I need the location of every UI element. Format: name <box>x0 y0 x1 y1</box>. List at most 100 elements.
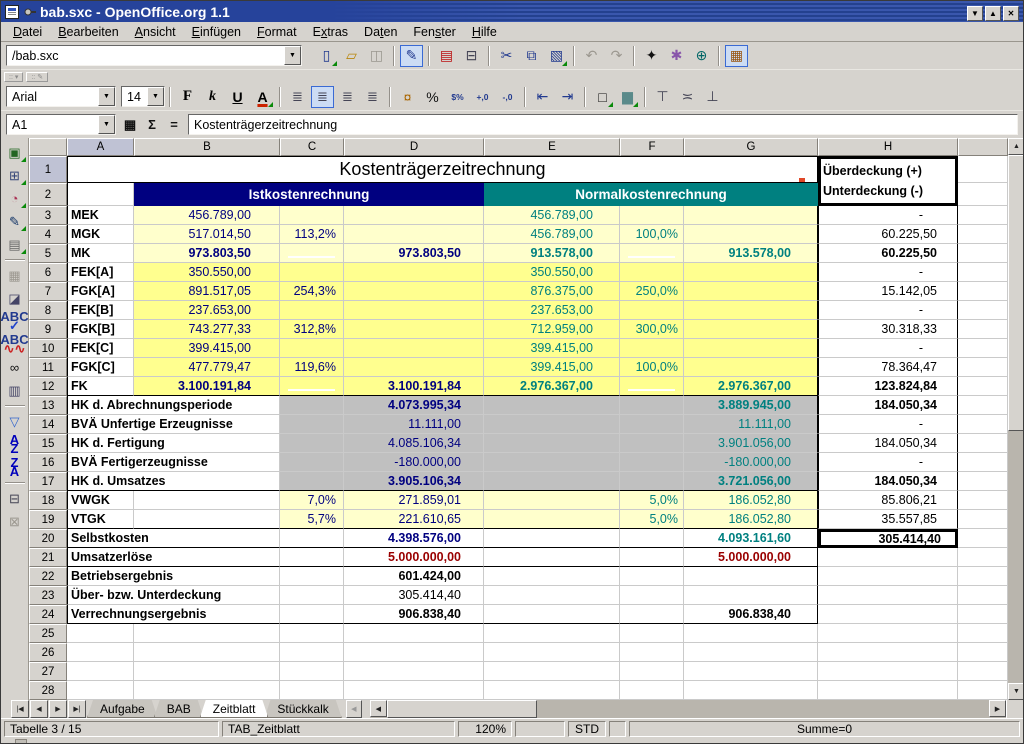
cell-A4[interactable]: MGK <box>67 225 134 244</box>
cell-A13[interactable]: HK d. Abrechnungsperiode <box>67 396 280 415</box>
cell-I10[interactable] <box>958 339 1008 358</box>
cell-C17[interactable] <box>280 472 344 491</box>
cell-A24[interactable]: Verrechnungsergebnis <box>67 605 280 624</box>
dropdown-arrow-icon[interactable]: ▼ <box>284 46 301 65</box>
cell-F26[interactable] <box>620 643 684 662</box>
copy-icon[interactable]: ⧉ <box>520 45 543 67</box>
status-doc-modified[interactable] <box>609 721 626 737</box>
cell-E9[interactable]: 712.959,00 <box>484 320 620 339</box>
cell-G3[interactable] <box>684 206 818 225</box>
row-header-25[interactable]: 25 <box>29 624 67 643</box>
cell-A20[interactable]: Selbstkosten <box>67 529 280 548</box>
row-header-7[interactable]: 7 <box>29 282 67 301</box>
cell-D12[interactable]: 3.100.191,84 <box>344 377 484 396</box>
cell-B9[interactable]: 743.277,33 <box>134 320 280 339</box>
cell-A14[interactable]: BVÄ Unfertige Erzeugnisse <box>67 415 280 434</box>
cell-F12[interactable] <box>620 377 684 396</box>
row-header-2[interactable]: 2 <box>29 183 67 206</box>
cell-D11[interactable] <box>344 358 484 377</box>
row-header-13[interactable]: 13 <box>29 396 67 415</box>
status-zoom-level[interactable]: 120% <box>458 721 512 737</box>
cell-G23[interactable] <box>684 586 818 605</box>
cell-E21[interactable] <box>484 548 620 567</box>
cell-H19[interactable]: 35.557,85 <box>818 510 958 529</box>
cell-I19[interactable] <box>958 510 1008 529</box>
menu-einf-gen[interactable]: Einfügen <box>184 23 249 41</box>
cell-I26[interactable] <box>958 643 1008 662</box>
cell-F5[interactable] <box>620 244 684 263</box>
cell-C24[interactable] <box>280 605 344 624</box>
cell-B25[interactable] <box>134 624 280 643</box>
cell-C16[interactable] <box>280 453 344 472</box>
cell-A26[interactable] <box>67 643 134 662</box>
cell-H18[interactable]: 85.806,21 <box>818 491 958 510</box>
row-header-16[interactable]: 16 <box>29 453 67 472</box>
menu-ansicht[interactable]: Ansicht <box>127 23 184 41</box>
cell-B12[interactable]: 3.100.191,84 <box>134 377 280 396</box>
cell-C19[interactable]: 5,7% <box>280 510 344 529</box>
cell-G16[interactable]: -180.000,00 <box>684 453 818 472</box>
row-header-5[interactable]: 5 <box>29 244 67 263</box>
last-sheet-button[interactable]: ▶| <box>68 700 86 718</box>
cell-D15[interactable]: 4.085.106,34 <box>344 434 484 453</box>
cell-C23[interactable] <box>280 586 344 605</box>
align-justify-icon[interactable]: ≣ <box>361 86 384 108</box>
cell-G8[interactable] <box>684 301 818 320</box>
cell-A3[interactable]: MEK <box>67 206 134 225</box>
cell-C15[interactable] <box>280 434 344 453</box>
cell-F18[interactable]: 5,0% <box>620 491 684 510</box>
column-header-stub[interactable] <box>958 138 1008 156</box>
autospellcheck-icon[interactable]: ABC∿∿ <box>3 334 27 355</box>
cell-H9[interactable]: 30.318,33 <box>818 320 958 339</box>
form-functions-icon[interactable]: ▤ <box>3 234 27 255</box>
cell-D28[interactable] <box>344 681 484 700</box>
cell-A7[interactable]: FGK[A] <box>67 282 134 301</box>
cell-E22[interactable] <box>484 567 620 586</box>
cell-G10[interactable] <box>684 339 818 358</box>
row-header-3[interactable]: 3 <box>29 206 67 225</box>
function-icon[interactable]: = <box>163 114 185 135</box>
cell-D8[interactable] <box>344 301 484 320</box>
cell-F24[interactable] <box>620 605 684 624</box>
vertical-scroll-thumb[interactable] <box>1008 155 1024 431</box>
cell-A28[interactable] <box>67 681 134 700</box>
cell-I8[interactable] <box>958 301 1008 320</box>
cell-I3[interactable] <box>958 206 1008 225</box>
scroll-right-icon[interactable]: ▶ <box>989 700 1006 717</box>
cell-I1[interactable] <box>958 156 1008 183</box>
cell-D19[interactable]: 221.610,65 <box>344 510 484 529</box>
background-color-icon[interactable]: ▆ <box>616 86 639 108</box>
cell-G18[interactable]: 186.052,80 <box>684 491 818 510</box>
row-header-19[interactable]: 19 <box>29 510 67 529</box>
dropdown-arrow-icon[interactable]: ▼ <box>147 87 164 106</box>
status-insert-mode[interactable] <box>515 721 565 737</box>
cell-H8[interactable]: - <box>818 301 958 320</box>
insert-icon[interactable]: ▣ <box>3 142 27 163</box>
cell-C25[interactable] <box>280 624 344 643</box>
delete-decimal-icon[interactable]: -,0 <box>496 86 519 108</box>
cell-C9[interactable]: 312,8% <box>280 320 344 339</box>
cell-E20[interactable] <box>484 529 620 548</box>
row-header-26[interactable]: 26 <box>29 643 67 662</box>
cell-G27[interactable] <box>684 662 818 681</box>
cell-G12[interactable]: 2.976.367,00 <box>684 377 818 396</box>
align-top-icon[interactable]: ⊤ <box>651 86 674 108</box>
row-header-28[interactable]: 28 <box>29 681 67 700</box>
cell-C10[interactable] <box>280 339 344 358</box>
cell-H13[interactable]: 184.050,34 <box>818 396 958 415</box>
cell-D27[interactable] <box>344 662 484 681</box>
cell-F15[interactable] <box>620 434 684 453</box>
cell-E4[interactable]: 456.789,00 <box>484 225 620 244</box>
close-button[interactable]: ✕ <box>1003 6 1019 21</box>
cell-D16[interactable]: -180.000,00 <box>344 453 484 472</box>
cell-I15[interactable] <box>958 434 1008 453</box>
scroll-up-icon[interactable]: ▲ <box>1008 138 1024 155</box>
row-header-20[interactable]: 20 <box>29 529 67 548</box>
cell-I13[interactable] <box>958 396 1008 415</box>
row-header-24[interactable]: 24 <box>29 605 67 624</box>
cell-D18[interactable]: 271.859,01 <box>344 491 484 510</box>
cell-F14[interactable] <box>620 415 684 434</box>
cell-G17[interactable]: 3.721.056,00 <box>684 472 818 491</box>
cell-F28[interactable] <box>620 681 684 700</box>
name-box-combo[interactable]: A1 ▼ <box>6 114 116 135</box>
